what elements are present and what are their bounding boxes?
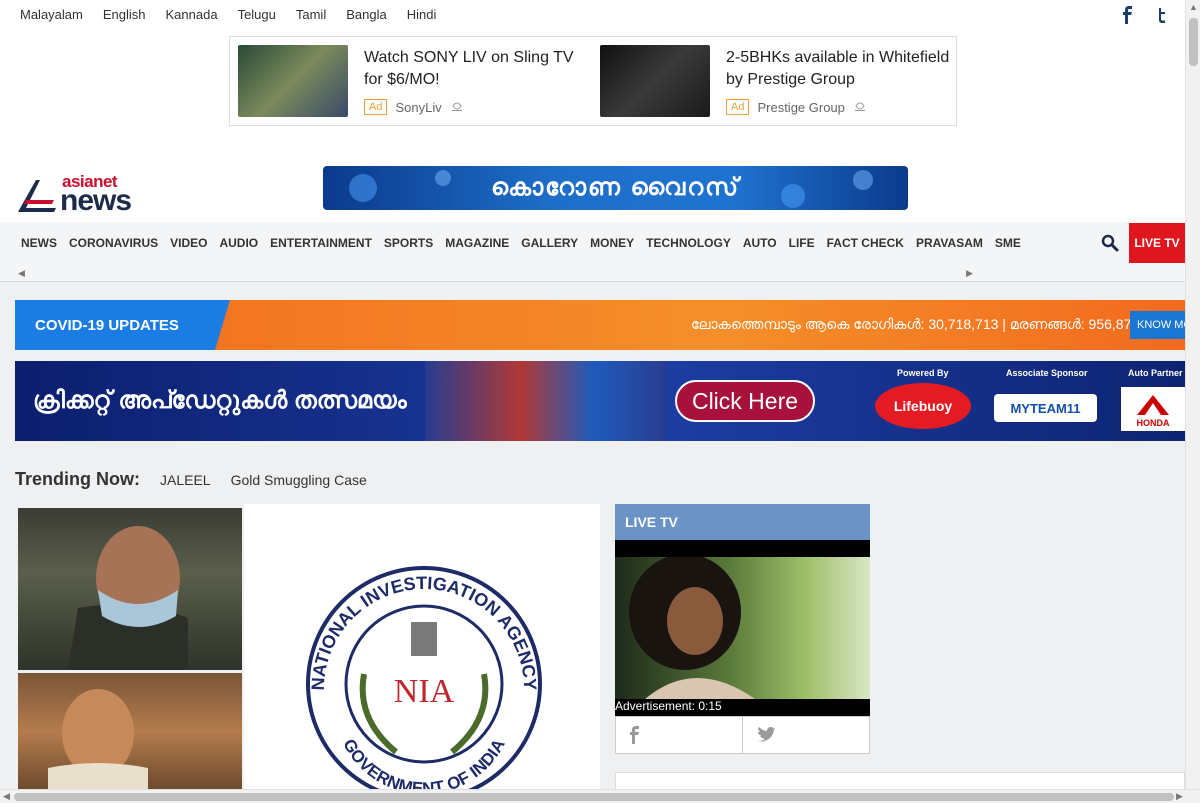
nav-life[interactable]: LIFE — [789, 236, 815, 250]
trending-now: Trending Now: JALEEL Gold Smuggling Case — [15, 469, 367, 490]
myteam11-logo: MYTEAM11 — [994, 394, 1097, 422]
lifebuoy-logo: Lifebuoy — [875, 383, 971, 429]
lang-malayalam[interactable]: Malayalam — [20, 7, 83, 22]
auto-partner-label: Auto Partner — [1128, 368, 1183, 378]
scrollbar-thumb[interactable] — [1189, 18, 1198, 66]
lang-english[interactable]: English — [103, 7, 146, 22]
nav-items: NEWS CORONAVIRUS VIDEO AUDIO ENTERTAINME… — [21, 236, 1021, 250]
nav-fact-check[interactable]: FACT CHECK — [827, 236, 904, 250]
site-logo[interactable]: asianet news — [16, 172, 146, 217]
ad-meta: Ad Prestige Group — [726, 99, 867, 115]
main-nav: NEWS CORONAVIRUS VIDEO AUDIO ENTERTAINME… — [0, 222, 1185, 282]
language-menu: Malayalam English Kannada Telugu Tamil B… — [20, 7, 436, 22]
associate-sponsor-label: Associate Sponsor — [1006, 368, 1088, 378]
nav-audio[interactable]: AUDIO — [219, 236, 258, 250]
horizontal-scrollbar[interactable]: ◀ ▶ — [0, 789, 1200, 803]
coronavirus-banner[interactable]: കൊറോണ വൈറസ് — [323, 166, 908, 210]
ad-prestige[interactable]: 2-5BHKs available in Whitefield by Prest… — [600, 45, 950, 119]
lang-bangla[interactable]: Bangla — [346, 7, 386, 22]
nia-emblem-icon: NATIONAL INVESTIGATION AGENCY GOVERNMENT… — [306, 566, 542, 802]
facebook-icon[interactable] — [1121, 6, 1133, 29]
covid-stats: ലോകത്തെമ്പാടും ആകെ രോഗികൾ: 30,718,713 | … — [691, 316, 1185, 332]
know-more-button[interactable]: KNOW MO — [1130, 311, 1185, 339]
trending-item-gold-smuggling[interactable]: Gold Smuggling Case — [231, 472, 367, 488]
lang-telugu[interactable]: Telugu — [238, 7, 276, 22]
nav-auto[interactable]: AUTO — [743, 236, 777, 250]
scroll-left-icon[interactable]: ◀ — [3, 791, 10, 802]
story-thumbnail-2[interactable] — [18, 673, 242, 790]
video-player[interactable]: Advertisement: 0:15 — [615, 540, 870, 716]
ad-source: SonyLiv — [395, 99, 442, 115]
cricket-title: ക്രിക്കറ്റ് അപ്ഡേറ്റുകൾ തത്സമയം — [33, 387, 407, 414]
adchoices-icon[interactable] — [853, 100, 867, 115]
honda-text: HONDA — [1136, 418, 1170, 428]
banner-text: കൊറോണ വൈറസ് — [490, 174, 741, 201]
covid-updates-bar: COVID-19 UPDATES ലോകത്തെമ്പാടും ആകെ രോഗി… — [15, 300, 1185, 350]
twitter-icon[interactable] — [1157, 6, 1167, 29]
video-person-icon — [629, 554, 755, 699]
ad-container: Watch SONY LIV on Sling TV for $6/MO! Ad… — [229, 36, 957, 126]
logo-text-big: news — [60, 184, 132, 217]
click-here-button[interactable]: Click Here — [675, 380, 815, 422]
ad-thumbnail[interactable] — [600, 45, 710, 117]
ad-title[interactable]: 2-5BHKs available in Whitefield by Prest… — [726, 47, 956, 91]
ad-sonyliv[interactable]: Watch SONY LIV on Sling TV for $6/MO! Ad… — [238, 45, 588, 119]
scroll-left-icon[interactable]: ◀ — [18, 268, 25, 279]
live-tv-button[interactable]: LIVE TV — [1129, 223, 1185, 263]
share-twitter-icon[interactable] — [743, 717, 869, 753]
ad-title[interactable]: Watch SONY LIV on Sling TV for $6/MO! — [364, 47, 594, 91]
nav-pravasam[interactable]: PRAVASAM — [916, 236, 983, 250]
powered-by-label: Powered By — [897, 368, 949, 378]
adchoices-icon[interactable] — [450, 100, 464, 115]
story-thumbnail-1[interactable] — [18, 508, 242, 670]
person-photo-icon — [48, 689, 148, 790]
nav-coronavirus[interactable]: CORONAVIRUS — [69, 236, 158, 250]
ad-badge: Ad — [726, 99, 750, 115]
live-tv-header: LIVE TV — [615, 504, 870, 540]
live-tv-widget: LIVE TV Advertisement: 0:15 — [615, 504, 870, 754]
top-bar: Malayalam English Kannada Telugu Tamil B… — [0, 0, 1185, 140]
scroll-right-icon[interactable]: ▶ — [966, 268, 973, 279]
covid-label: COVID-19 UPDATES — [35, 317, 179, 334]
nia-center-text: NIA — [394, 673, 455, 710]
nav-video[interactable]: VIDEO — [170, 236, 207, 250]
nav-gallery[interactable]: GALLERY — [521, 236, 578, 250]
cricket-updates-banner[interactable]: ക്രിക്കറ്റ് അപ്ഡേറ്റുകൾ തത്സമയം Click He… — [15, 361, 1185, 441]
ad-thumbnail[interactable] — [238, 45, 348, 117]
share-bar — [615, 716, 870, 754]
social-links — [1121, 6, 1167, 29]
lang-tamil[interactable]: Tamil — [296, 7, 326, 22]
nav-technology[interactable]: TECHNOLOGY — [646, 236, 731, 250]
scrollbar-thumb[interactable] — [14, 793, 1174, 801]
nav-news[interactable]: NEWS — [21, 236, 57, 250]
honda-wing-icon — [1137, 395, 1169, 415]
nav-sme[interactable]: SME — [995, 236, 1021, 250]
vertical-scrollbar[interactable]: ▲ — [1185, 0, 1200, 789]
scroll-up-icon[interactable]: ▲ — [1189, 2, 1198, 12]
header: asianet news കൊറോണ വൈറസ് — [0, 140, 1185, 222]
trending-label: Trending Now: — [15, 469, 140, 489]
ad-source: Prestige Group — [757, 99, 845, 115]
nav-entertainment[interactable]: ENTERTAINMENT — [270, 236, 372, 250]
search-icon[interactable] — [1101, 234, 1119, 252]
logo-mark-icon — [18, 180, 56, 212]
person-photo-icon — [68, 526, 188, 670]
honda-logo: HONDA — [1121, 387, 1185, 431]
scroll-right-icon[interactable]: ▶ — [1176, 791, 1183, 802]
nav-money[interactable]: MONEY — [590, 236, 634, 250]
lang-kannada[interactable]: Kannada — [166, 7, 218, 22]
nav-scrollbar[interactable]: ◀ ▶ — [18, 268, 973, 278]
lang-hindi[interactable]: Hindi — [407, 7, 437, 22]
ad-meta: Ad SonyLiv — [364, 99, 464, 115]
featured-story-image[interactable]: NATIONAL INVESTIGATION AGENCY GOVERNMENT… — [244, 504, 600, 802]
nav-sports[interactable]: SPORTS — [384, 236, 433, 250]
trending-item-jaleel[interactable]: JALEEL — [160, 472, 211, 488]
cricket-players-image — [425, 361, 665, 441]
share-facebook-icon[interactable] — [616, 717, 743, 753]
video-frame[interactable] — [615, 554, 870, 699]
nav-magazine[interactable]: MAGAZINE — [445, 236, 509, 250]
ad-badge: Ad — [364, 99, 388, 115]
ad-countdown: Advertisement: 0:15 — [615, 699, 722, 713]
